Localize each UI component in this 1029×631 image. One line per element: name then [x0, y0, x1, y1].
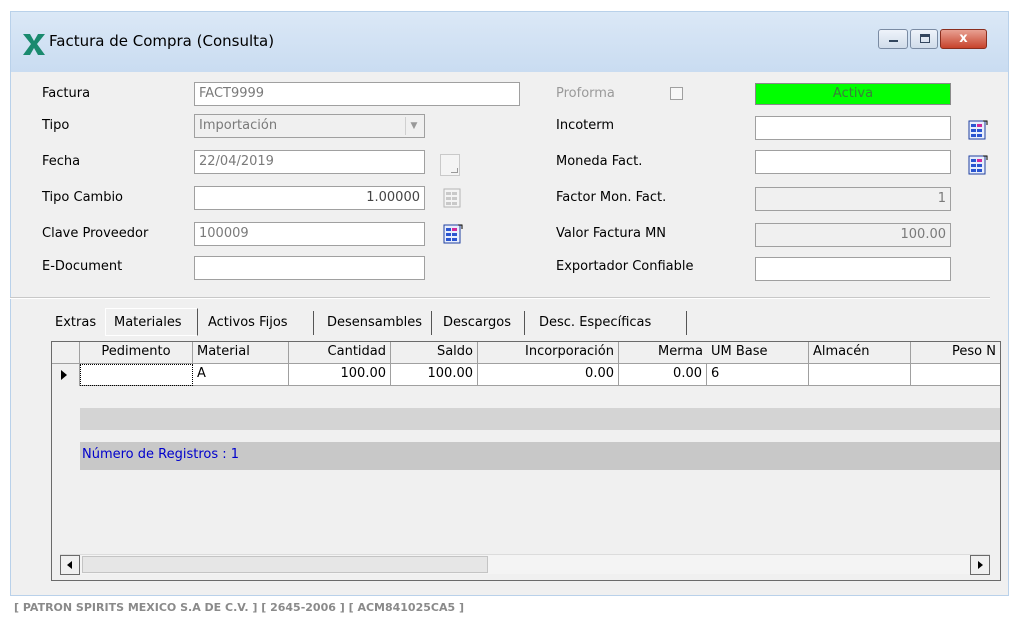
table-cell[interactable]: 0.00 [478, 364, 619, 386]
column-header[interactable]: Merma [619, 342, 707, 364]
minimize-button[interactable] [878, 29, 908, 49]
proforma-label: Proforma [556, 86, 615, 101]
window-title: Factura de Compra (Consulta) [49, 32, 275, 50]
incoterm-label: Incoterm [556, 118, 615, 133]
tab-desensambles[interactable]: Desensambles [319, 311, 432, 335]
incoterm-field[interactable] [755, 116, 951, 140]
table-row[interactable]: A 100.00 100.00 0.00 0.00 6 [52, 364, 1000, 386]
moneda-fact-label: Moneda Fact. [556, 154, 643, 169]
close-button[interactable]: x [940, 29, 987, 49]
fecha-field[interactable]: 22/04/2019 [194, 150, 425, 174]
materials-grid: Pedimento Material Cantidad Saldo Incorp… [51, 341, 1001, 581]
close-icon: x [959, 31, 968, 46]
table-cell[interactable] [911, 364, 1000, 386]
e-document-label: E-Document [42, 259, 123, 274]
table-cell[interactable] [809, 364, 911, 386]
status-badge: Activa [755, 83, 951, 105]
table-cell[interactable]: 100.00 [289, 364, 391, 386]
horizontal-scrollbar[interactable] [60, 554, 990, 575]
tipo-cambio-field[interactable]: 1.00000 [194, 186, 425, 210]
column-header[interactable]: Pedimento [80, 342, 193, 364]
factura-label: Factura [42, 86, 91, 101]
tab-desc-especificas[interactable]: Desc. Específicas [531, 311, 687, 335]
status-footer: [ PATRON SPIRITS MEXICO S.A DE C.V. ] [ … [14, 601, 464, 614]
tab-materiales[interactable]: Materiales [105, 308, 198, 336]
calendar-icon [451, 168, 458, 173]
current-row-icon [61, 370, 67, 380]
fecha-label: Fecha [42, 154, 81, 169]
column-header[interactable]: UM Base [707, 342, 809, 364]
clave-proveedor-label: Clave Proveedor [42, 226, 149, 241]
maximize-button[interactable] [910, 29, 938, 49]
factura-field[interactable]: FACT9999 [194, 82, 520, 106]
minimize-icon [889, 40, 898, 42]
app-logo-icon [23, 34, 45, 55]
column-header[interactable]: Almacén [809, 342, 911, 364]
grid-header: Pedimento Material Cantidad Saldo Incorp… [52, 342, 1000, 364]
grid-empty-area [80, 408, 1000, 430]
column-header[interactable]: Cantidad [289, 342, 391, 364]
lookup-grid-icon[interactable] [968, 120, 988, 140]
record-count-bar: Número de Registros : 1 [80, 442, 1000, 470]
scroll-right-button[interactable] [970, 555, 990, 575]
scroll-thumb[interactable] [82, 556, 488, 573]
chevron-down-icon[interactable]: ▼ [405, 117, 422, 135]
lookup-grid-icon[interactable] [968, 155, 988, 175]
clave-proveedor-field[interactable]: 100009 [194, 222, 425, 246]
scroll-left-button[interactable] [60, 555, 80, 575]
tab-descargos[interactable]: Descargos [437, 311, 525, 335]
column-header[interactable]: Peso N [911, 342, 1000, 364]
factor-mon-fact-field: 1 [755, 187, 951, 211]
table-cell[interactable]: A [193, 364, 289, 386]
row-indicator[interactable] [52, 364, 80, 386]
tipo-select[interactable]: Importación ▼ [194, 114, 425, 138]
table-cell[interactable]: 100.00 [391, 364, 478, 386]
arrow-left-icon [67, 561, 72, 569]
lookup-grid-icon[interactable] [443, 224, 463, 244]
factor-mon-fact-label: Factor Mon. Fact. [556, 190, 667, 205]
table-cell[interactable]: 0.00 [619, 364, 707, 386]
e-document-field[interactable] [194, 256, 425, 280]
column-header[interactable]: Incorporación [478, 342, 619, 364]
invoice-form: Factura FACT9999 Tipo Importación ▼ Fech… [18, 66, 988, 286]
lookup-grid-icon[interactable] [443, 188, 463, 208]
tab-activos-fijos[interactable]: Activos Fijos [204, 311, 314, 335]
date-picker-button[interactable] [440, 154, 460, 176]
row-indicator-header [52, 342, 80, 364]
proforma-checkbox[interactable] [670, 87, 683, 100]
table-cell[interactable] [80, 364, 193, 386]
record-count: Número de Registros : 1 [82, 447, 240, 462]
tipo-value: Importación [199, 118, 278, 133]
exportador-confiable-field[interactable] [755, 257, 951, 281]
column-header[interactable]: Saldo [391, 342, 478, 364]
table-cell[interactable]: 6 [707, 364, 809, 386]
moneda-fact-field[interactable] [755, 150, 951, 174]
column-header[interactable]: Material [193, 342, 289, 364]
maximize-icon [920, 34, 930, 43]
tipo-label: Tipo [42, 118, 70, 133]
tab-extras[interactable]: Extras [55, 311, 105, 335]
section-divider [10, 297, 990, 299]
arrow-right-icon [978, 561, 983, 569]
valor-factura-mn-field: 100.00 [755, 223, 951, 247]
tipo-cambio-label: Tipo Cambio [42, 190, 124, 205]
valor-factura-mn-label: Valor Factura MN [556, 226, 667, 241]
title-bar[interactable]: Factura de Compra (Consulta) x [11, 12, 1008, 72]
exportador-confiable-label: Exportador Confiable [556, 259, 694, 274]
